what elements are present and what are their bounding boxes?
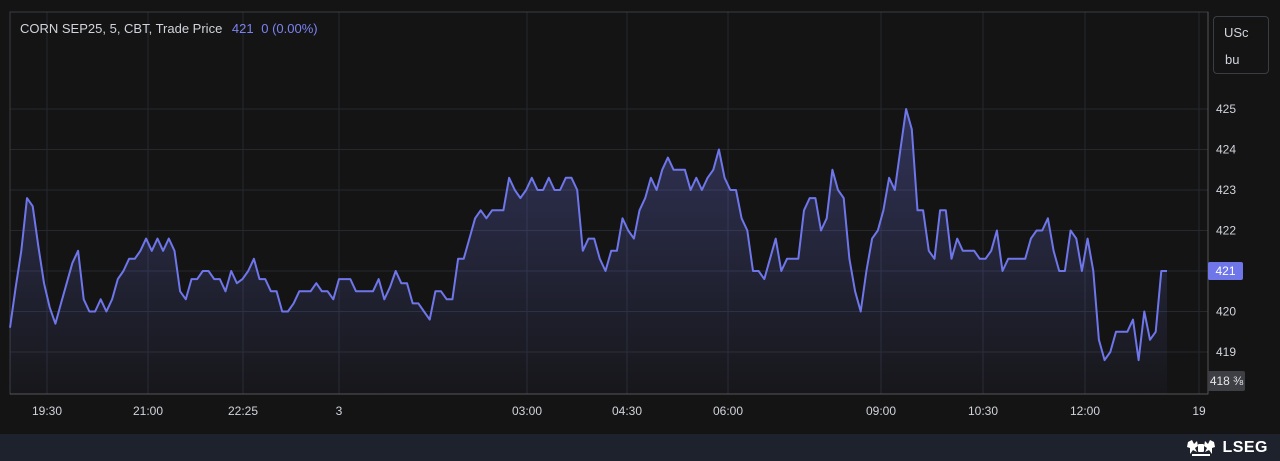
time-axis: 19:30 21:00 22:25 3 03:00 04:30 06:00 09:00 10:3…	[32, 404, 1206, 418]
x-tick-label: 21:00	[133, 404, 163, 418]
y-tick-label: 422	[1216, 224, 1236, 238]
x-tick-label: 3	[336, 404, 343, 418]
low-price-label: 418 ⅜	[1208, 371, 1245, 391]
footer-bar	[0, 434, 1280, 461]
x-tick-label: 19:30	[32, 404, 62, 418]
unit-measure: bu	[1225, 52, 1240, 67]
x-tick-label: 09:00	[866, 404, 896, 418]
x-tick-label: 19	[1192, 404, 1206, 418]
lion-unicorn-crest-icon	[1187, 440, 1216, 456]
last-price-label: 421	[1208, 262, 1243, 280]
x-tick-label: 10:30	[968, 404, 998, 418]
y-tick-label: 424	[1216, 143, 1236, 157]
price-axis: 419420421422423424425	[1216, 102, 1236, 359]
price-chart[interactable]: 419 420 421 422 423 424 425 19:30 21:00 22:25 3 03…	[0, 0, 1280, 434]
y-tick-label: 425	[1216, 102, 1236, 116]
y-tick-label: 420	[1216, 305, 1236, 319]
legend-change: 0 (0.00%)	[261, 21, 318, 36]
x-tick-label: 22:25	[228, 404, 258, 418]
unit-selector[interactable]: USc bu	[1213, 16, 1269, 74]
legend-title: CORN SEP25, 5, CBT, Trade Price	[20, 21, 223, 36]
legend-last-price: 421	[231, 21, 254, 36]
y-tick-label: 423	[1216, 183, 1236, 197]
chart-legend: CORN SEP25, 5, CBT, Trade Price 421 0 (0…	[20, 21, 318, 36]
brand-logo: LSEG	[1186, 438, 1268, 458]
x-tick-label: 04:30	[612, 404, 642, 418]
y-tick-label: 419	[1216, 345, 1236, 359]
unit-currency: USc	[1224, 25, 1249, 40]
price-area	[10, 109, 1167, 394]
brand-name: LSEG	[1222, 439, 1268, 456]
x-tick-label: 12:00	[1070, 404, 1100, 418]
x-tick-label: 03:00	[512, 404, 542, 418]
x-tick-label: 06:00	[713, 404, 743, 418]
